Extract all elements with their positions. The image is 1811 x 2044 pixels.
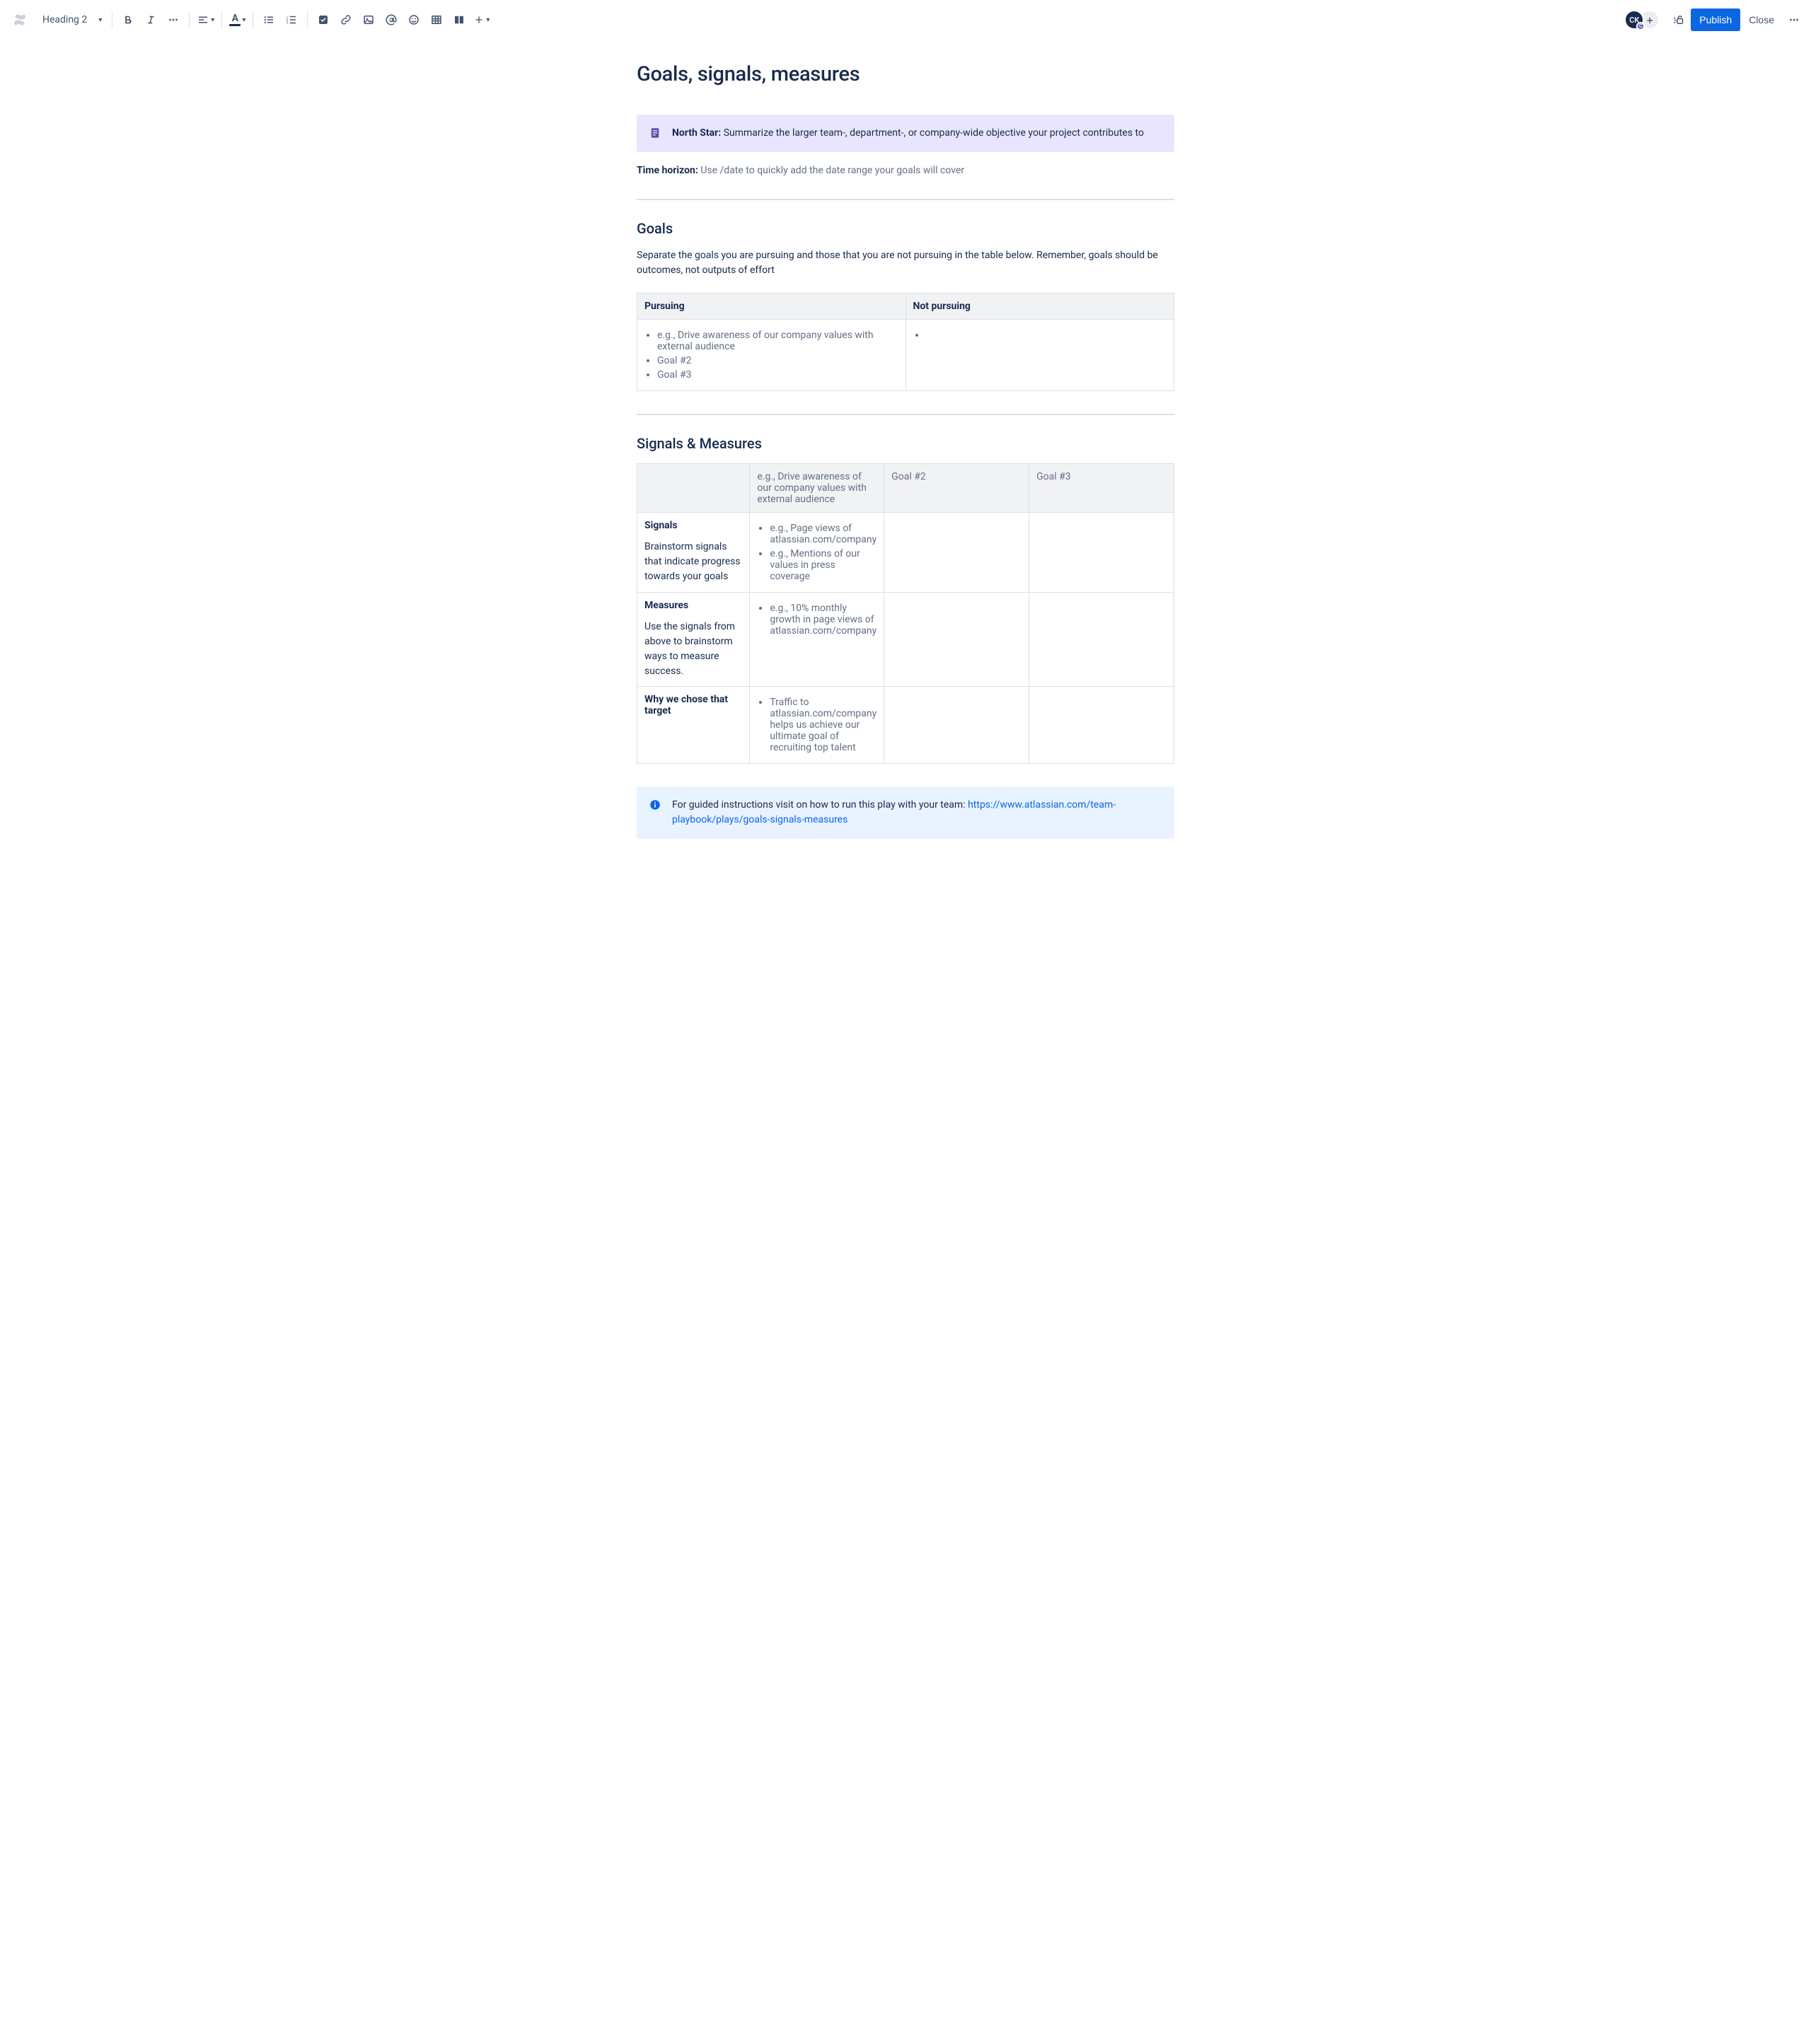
signals-row-label: Signals: [644, 520, 742, 531]
not-pursuing-cell[interactable]: [906, 320, 1174, 391]
measures-row-desc: Use the signals from above to brainstorm…: [644, 620, 742, 679]
list-item[interactable]: Traffic to atlassian.com/company helps u…: [770, 697, 876, 753]
user-avatar[interactable]: CK C: [1624, 10, 1644, 30]
info-panel-body[interactable]: For guided instructions visit on how to …: [672, 798, 1163, 828]
block-type-select[interactable]: Heading 2 ▾: [37, 11, 108, 28]
measures-row-label: Measures: [644, 600, 742, 611]
north-star-label: North Star:: [672, 127, 721, 139]
list-item[interactable]: [926, 330, 1167, 341]
list-item[interactable]: e.g., Drive awareness of our company val…: [657, 330, 898, 352]
chevron-down-icon: ▾: [98, 16, 102, 24]
list-item[interactable]: e.g., 10% monthly growth in page views o…: [770, 603, 876, 637]
empty-cell[interactable]: [1029, 687, 1174, 764]
list-item[interactable]: Goal #3: [657, 369, 898, 381]
north-star-text: Summarize the larger team-, department-,…: [724, 127, 1144, 139]
table-button[interactable]: [425, 8, 448, 31]
layouts-button[interactable]: [448, 8, 470, 31]
goals-pursuing-header[interactable]: Pursuing: [637, 294, 906, 320]
goals-table[interactable]: Pursuing Not pursuing e.g., Drive awaren…: [637, 293, 1174, 391]
svg-text:3: 3: [287, 21, 289, 25]
empty-cell[interactable]: [884, 593, 1029, 687]
publish-button[interactable]: Publish: [1691, 8, 1740, 31]
chevron-down-icon: ▾: [211, 16, 214, 24]
divider: [637, 199, 1174, 200]
insert-more-button[interactable]: ▾: [470, 8, 492, 31]
time-horizon-paragraph[interactable]: Time horizon: Use /date to quickly add t…: [637, 163, 1174, 179]
pursuing-cell[interactable]: e.g., Drive awareness of our company val…: [637, 320, 906, 391]
signals-col-3[interactable]: Goal #3: [1029, 464, 1174, 513]
link-button[interactable]: [335, 8, 357, 31]
empty-cell[interactable]: [884, 687, 1029, 764]
close-button[interactable]: Close: [1740, 8, 1783, 31]
text-color-button[interactable]: A ▾: [226, 8, 248, 31]
toolbar-separator: [221, 11, 222, 28]
italic-button[interactable]: [139, 8, 162, 31]
page-title[interactable]: Goals, signals, measures: [637, 62, 1174, 86]
chevron-down-icon: ▾: [242, 16, 245, 24]
why-row-label: Why we chose that target: [644, 694, 742, 716]
list-item[interactable]: e.g., Mentions of our values in press co…: [770, 548, 876, 582]
emoji-button[interactable]: [403, 8, 425, 31]
action-item-button[interactable]: [312, 8, 335, 31]
list-item[interactable]: e.g., Page views of atlassian.com/compan…: [770, 523, 876, 545]
time-horizon-label: Time horizon:: [637, 165, 698, 176]
goals-not-pursuing-header[interactable]: Not pursuing: [906, 294, 1174, 320]
info-panel-icon: [648, 798, 662, 812]
more-formatting-button[interactable]: [162, 8, 185, 31]
bold-button[interactable]: [117, 8, 139, 31]
time-horizon-text: Use /date to quickly add the date range …: [700, 165, 964, 176]
text-color-swatch: [229, 24, 241, 26]
signals-col-0[interactable]: [637, 464, 750, 513]
note-panel-icon: [648, 126, 662, 140]
empty-cell[interactable]: [1029, 593, 1174, 687]
signals-col-2[interactable]: Goal #2: [884, 464, 1029, 513]
avatar-status-badge: C: [1636, 22, 1645, 30]
numbered-list-button[interactable]: 123: [280, 8, 303, 31]
goals-heading[interactable]: Goals: [637, 220, 1174, 237]
list-item[interactable]: Goal #2: [657, 355, 898, 366]
bullet-list-button[interactable]: [258, 8, 280, 31]
text-color-icon: A: [232, 13, 238, 23]
image-button[interactable]: [357, 8, 380, 31]
empty-cell[interactable]: [1029, 513, 1174, 593]
empty-cell[interactable]: [884, 513, 1029, 593]
editor-toolbar: Heading 2 ▾ ▾ A ▾ 123: [0, 0, 1811, 40]
north-star-panel[interactable]: North Star: Summarize the larger team-, …: [637, 115, 1174, 152]
block-type-label: Heading 2: [42, 14, 87, 25]
toolbar-separator: [189, 11, 190, 28]
mention-button[interactable]: [380, 8, 403, 31]
request-access-icon[interactable]: [1668, 8, 1691, 31]
chevron-down-icon: ▾: [486, 16, 490, 24]
signals-heading[interactable]: Signals & Measures: [637, 435, 1174, 452]
signals-row-desc: Brainstorm signals that indicate progres…: [644, 540, 742, 584]
divider: [637, 414, 1174, 415]
collaborator-avatars: CK C +: [1624, 10, 1660, 30]
page-content[interactable]: Goals, signals, measures North Star: Sum…: [637, 40, 1174, 893]
north-star-body[interactable]: North Star: Summarize the larger team-, …: [672, 126, 1144, 141]
more-actions-button[interactable]: [1783, 8, 1805, 31]
table-row[interactable]: Why we chose that target Traffic to atla…: [637, 687, 1174, 764]
table-row[interactable]: Signals Brainstorm signals that indicate…: [637, 513, 1174, 593]
signals-table[interactable]: e.g., Drive awareness of our company val…: [637, 463, 1174, 764]
table-row[interactable]: Measures Use the signals from above to b…: [637, 593, 1174, 687]
info-panel-text: For guided instructions visit on how to …: [672, 799, 968, 811]
goals-intro[interactable]: Separate the goals you are pursuing and …: [637, 248, 1174, 279]
confluence-logo: [11, 11, 28, 28]
info-panel[interactable]: For guided instructions visit on how to …: [637, 786, 1174, 839]
signals-col-1[interactable]: e.g., Drive awareness of our company val…: [750, 464, 884, 513]
toolbar-separator: [307, 11, 308, 28]
alignment-button[interactable]: ▾: [194, 8, 217, 31]
